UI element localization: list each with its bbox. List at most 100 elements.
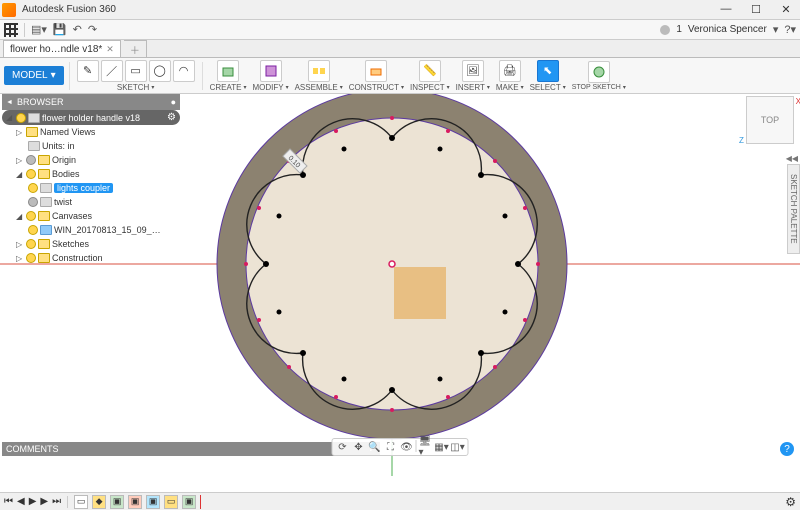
tree-canvas-item[interactable]: WIN_20170813_15_09_39_Pro (2, 223, 180, 237)
tree-units[interactable]: Units: in (2, 139, 180, 153)
ribbon-label-stop[interactable]: STOP SKETCH (572, 84, 626, 91)
file-menu-icon[interactable]: ▤▾ (31, 23, 47, 36)
file-tab-active[interactable]: flower ho…ndle v18* ✕ (3, 40, 121, 57)
line-icon[interactable]: ／ (101, 60, 123, 82)
workspace-switcher[interactable]: MODEL▾ (4, 66, 64, 85)
visibility-icon[interactable] (16, 113, 26, 123)
ribbon-group-sketch: ✎ ／ ▭ ◯ ◠ SKETCH (77, 60, 195, 92)
folder-icon (38, 239, 50, 249)
circle-icon[interactable]: ◯ (149, 60, 171, 82)
timeline-last-icon[interactable]: ⏭ (52, 496, 61, 507)
viewcube-face-label: TOP (761, 115, 779, 125)
timeline-feature[interactable]: ▭ (164, 495, 178, 509)
component-icon (28, 113, 40, 123)
stop-sketch-icon[interactable] (588, 61, 610, 83)
ribbon-label-create[interactable]: CREATE (210, 83, 247, 92)
tree-root[interactable]: ◢ flower holder handle v18 ⚙ (2, 110, 180, 125)
plane-icon[interactable] (365, 60, 387, 82)
timeline-play-icon[interactable]: ▶ (29, 496, 37, 507)
workspace-label: MODEL (12, 70, 48, 81)
save-icon[interactable]: 💾 (53, 23, 67, 36)
visibility-icon[interactable] (26, 253, 36, 263)
window-minimize-button[interactable]: — (714, 3, 738, 16)
display-settings-icon[interactable]: 🖥▾ (419, 440, 433, 454)
ribbon-label-modify[interactable]: MODIFY (252, 83, 288, 92)
ribbon-group-construct: CONSTRUCT (349, 60, 404, 92)
close-tab-icon[interactable]: ✕ (106, 44, 114, 55)
ribbon-group-stop-sketch: STOP SKETCH (572, 61, 626, 91)
tree-canvases[interactable]: ◢Canvases (2, 209, 180, 223)
timeline-prev-icon[interactable]: ◀ (17, 496, 25, 507)
data-panel-icon[interactable] (4, 23, 18, 37)
orbit-icon[interactable]: ⟳ (336, 440, 350, 454)
tree-named-views[interactable]: ▷Named Views (2, 125, 180, 139)
gear-icon[interactable]: ⚙ (167, 112, 176, 123)
palette-expand-icon[interactable]: ◀◀ (786, 154, 798, 163)
expand-icon[interactable]: ◢ (6, 113, 14, 122)
ribbon-label-inspect[interactable]: INSPECT (410, 83, 450, 92)
tree-bodies[interactable]: ◢Bodies (2, 167, 180, 181)
arc-icon[interactable]: ◠ (173, 60, 195, 82)
timeline-feature[interactable]: ▣ (128, 495, 142, 509)
ribbon-label-make[interactable]: MAKE (496, 83, 524, 92)
ribbon-label-insert[interactable]: INSERT (456, 83, 490, 92)
visibility-icon[interactable] (26, 155, 36, 165)
timeline-marker[interactable] (200, 495, 201, 509)
insert-icon[interactable]: 🖼 (462, 60, 484, 82)
rectangle-icon[interactable]: ▭ (125, 60, 147, 82)
ribbon-label-sketch[interactable]: SKETCH (117, 83, 154, 92)
pin-icon[interactable]: ● (171, 97, 176, 107)
user-menu-chevron-icon[interactable]: ▾ (773, 23, 779, 36)
fillet-icon[interactable] (260, 60, 282, 82)
browser-header[interactable]: BROWSER ● (2, 94, 180, 110)
tree-construction[interactable]: ▷Construction (2, 251, 180, 265)
tree-origin[interactable]: ▷Origin (2, 153, 180, 167)
tree-body-twist[interactable]: twist (2, 195, 180, 209)
visibility-icon[interactable] (28, 225, 38, 235)
joint-icon[interactable] (308, 60, 330, 82)
timeline-next-icon[interactable]: ▶ (40, 496, 48, 507)
timeline-feature[interactable]: ▣ (182, 495, 196, 509)
select-icon[interactable]: ⬉ (537, 60, 559, 82)
window-close-button[interactable]: ✕ (774, 3, 798, 16)
measure-icon[interactable]: 📏 (419, 60, 441, 82)
help-icon[interactable]: ?▾ (784, 23, 796, 36)
timeline-first-icon[interactable]: ⏮ (4, 496, 13, 507)
sketch-palette-tab[interactable]: SKETCH PALETTE (787, 164, 800, 254)
visibility-icon[interactable] (28, 183, 38, 193)
visibility-icon[interactable] (26, 169, 36, 179)
tree-sketches[interactable]: ▷Sketches (2, 237, 180, 251)
ribbon-label-construct[interactable]: CONSTRUCT (349, 83, 404, 92)
folder-icon (26, 127, 38, 137)
visibility-icon[interactable] (26, 211, 36, 221)
look-icon[interactable]: 👁 (400, 440, 414, 454)
zoom-icon[interactable]: 🔍 (368, 440, 382, 454)
fit-icon[interactable]: ⛶ (384, 440, 398, 454)
grid-settings-icon[interactable]: ▦▾ (435, 440, 449, 454)
viewports-icon[interactable]: ◫▾ (451, 440, 465, 454)
tree-body-lights-coupler[interactable]: lights coupler (2, 181, 180, 195)
create-sketch-icon[interactable]: ✎ (77, 60, 99, 82)
comments-bar[interactable]: COMMENTS ⤢ (2, 442, 380, 456)
visibility-icon[interactable] (28, 197, 38, 207)
timeline-feature[interactable]: ◆ (92, 495, 106, 509)
ribbon-label-assemble[interactable]: ASSEMBLE (295, 83, 343, 92)
timeline-feature[interactable]: ▭ (74, 495, 88, 509)
make-icon[interactable]: 🖨 (499, 60, 521, 82)
timeline-feature[interactable]: ▣ (110, 495, 124, 509)
window-maximize-button[interactable]: ☐ (744, 3, 768, 16)
pan-icon[interactable]: ✥ (352, 440, 366, 454)
user-name[interactable]: Veronica Spencer (688, 24, 767, 35)
ribbon-label-select[interactable]: SELECT (530, 83, 566, 92)
undo-icon[interactable]: ↶ (73, 23, 82, 36)
help-button[interactable]: ? (780, 442, 794, 456)
view-cube[interactable]: TOP X Z (746, 96, 794, 144)
new-tab-button[interactable]: ＋ (124, 40, 147, 57)
timeline-feature[interactable]: ▣ (146, 495, 160, 509)
redo-icon[interactable]: ↷ (88, 23, 97, 36)
plus-icon: ＋ (130, 42, 140, 57)
job-status-icon[interactable] (660, 25, 670, 35)
extrude-icon[interactable] (217, 60, 239, 82)
visibility-icon[interactable] (26, 239, 36, 249)
timeline-settings-icon[interactable]: ⚙ (785, 495, 796, 509)
